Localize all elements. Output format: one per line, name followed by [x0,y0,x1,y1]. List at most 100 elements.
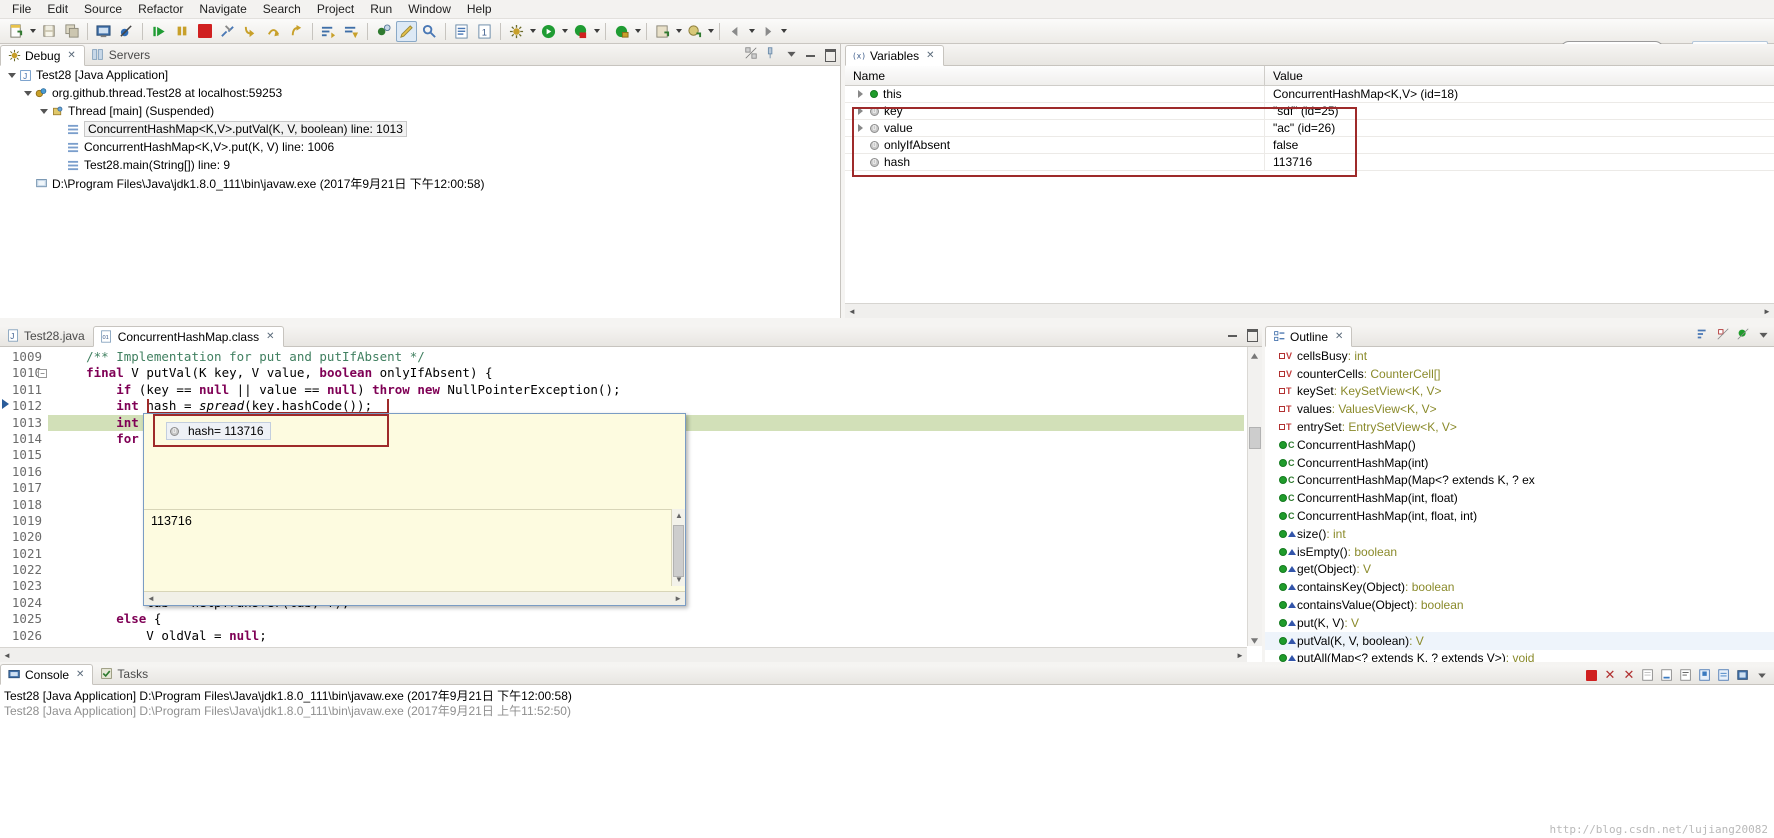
outline-item[interactable]: isEmpty() : boolean [1265,543,1774,561]
outline-item[interactable]: C ConcurrentHashMap(int, float, int) [1265,507,1774,525]
editor-scroll-thumb[interactable] [1249,427,1261,449]
debug-tree[interactable]: J Test28 [Java Application] org.github.thr… [0,66,840,318]
run-icon[interactable] [538,21,559,42]
editor-minimize-icon[interactable] [1226,327,1239,340]
popup-scroll-up-icon[interactable]: ▲ [675,511,683,520]
hide-fields-icon[interactable] [1716,327,1730,341]
highlight-icon[interactable] [396,20,417,42]
console-menu-icon[interactable] [1754,667,1770,683]
outline-item[interactable]: putAll(Map<? extends K, ? extends V>) : … [1265,650,1774,662]
skip-breakpoints-icon[interactable] [116,21,137,42]
scroll-lock-icon[interactable] [1659,667,1675,683]
search-next-icon[interactable] [419,21,440,42]
open-console-icon[interactable] [1735,667,1751,683]
tab-servers[interactable]: Servers [85,44,158,65]
scroll-up-icon[interactable] [1250,349,1260,359]
view-filter-icon[interactable] [744,46,758,60]
outline-item[interactable]: size() : int [1265,525,1774,543]
tab-variables[interactable]: (x)= Variables ✕ [845,45,944,66]
outline-item[interactable]: C ConcurrentHashMap(Map<? extends K, ? ex [1265,472,1774,490]
outline-item[interactable]: TentrySet : EntrySetView<K, V> [1265,418,1774,436]
debug-tree-row[interactable]: J Test28 [Java Application] [0,66,840,84]
remove-launch-icon[interactable]: ✕ [1602,667,1618,683]
variable-row[interactable]: this ConcurrentHashMap<K,V> (id=18) [845,85,1774,103]
chevron-open-icon[interactable] [22,88,33,99]
external-tools-icon[interactable] [611,21,632,42]
variable-row[interactable]: 0 value "ac" (id=26) [845,119,1774,137]
clear-console-icon[interactable] [1640,667,1656,683]
variables-hscrollbar[interactable]: ◄ ► [845,303,1774,318]
code-line[interactable]: final V putVal(K key, V value, boolean o… [56,365,1244,381]
suspend-icon[interactable] [171,21,192,42]
tab-console[interactable]: Console ✕ [0,664,94,685]
popup-hscrollbar[interactable]: ◄ ► [144,591,685,605]
code-line[interactable]: else { [56,611,1244,627]
debug-tree-row[interactable]: Thread [main] (Suspended) [0,102,840,120]
outline-item[interactable]: C ConcurrentHashMap(int) [1265,454,1774,472]
console-output[interactable]: Test28 [Java Application] D:\Program Fil… [0,685,1774,838]
coverage-dropdown-icon[interactable] [592,21,601,42]
variable-row[interactable]: 0 onlyIfAbsent false [845,136,1774,154]
sort-icon[interactable] [1696,327,1710,341]
close-icon[interactable]: ✕ [67,50,75,61]
outline-menu-icon[interactable] [1756,327,1770,341]
menu-item-run[interactable]: Run [362,1,400,17]
save-all-icon[interactable] [61,21,82,42]
chevron-open-icon[interactable] [38,106,49,117]
code-line[interactable]: V oldVal = null; [56,628,1244,644]
maximize-icon[interactable] [823,47,836,62]
chevron-right-icon[interactable] [855,106,866,117]
run-dropdown-icon[interactable] [560,21,569,42]
close-icon[interactable]: ✕ [1335,331,1343,342]
chevron-open-icon[interactable] [6,70,17,81]
console-icon[interactable] [93,21,114,42]
outline-item[interactable]: containsValue(Object) : boolean [1265,596,1774,614]
close-icon[interactable]: ✕ [76,669,84,680]
open-type-icon[interactable] [451,21,472,42]
debug-tree-row[interactable]: Test28.main(String[]) line: 9 [0,156,840,174]
step-over-icon[interactable] [263,21,284,42]
step-into-icon[interactable] [240,21,261,42]
external-dropdown-icon[interactable] [633,21,642,42]
forward-dropdown-icon[interactable] [779,21,788,42]
outline-tree[interactable]: VcellsBusy : int VcounterCells : CounterC… [1265,347,1774,662]
outline-item[interactable]: C ConcurrentHashMap() [1265,436,1774,454]
forward-icon[interactable] [757,21,778,42]
menu-item-edit[interactable]: Edit [39,1,76,17]
tab-test28-java[interactable]: J Test28.java [0,325,93,346]
debug-tree-row[interactable]: ConcurrentHashMap<K,V>.put(K, V) line: 1… [0,138,840,156]
tab-tasks[interactable]: Tasks [93,663,156,684]
editor-hscrollbar[interactable]: ◄ ► [0,647,1247,662]
outline-item[interactable]: VcellsBusy : int [1265,347,1774,365]
outline-item[interactable]: put(K, V) : V [1265,614,1774,632]
debug-tree-row[interactable]: org.github.thread.Test28 at localhost:59… [0,84,840,102]
debug-perspective-icon[interactable] [506,21,527,42]
outline-item[interactable]: get(Object) : V [1265,561,1774,579]
step-return-icon[interactable] [286,21,307,42]
menu-item-window[interactable]: Window [400,1,459,17]
menu-item-refactor[interactable]: Refactor [130,1,191,17]
save-icon[interactable] [38,21,59,42]
editor-scroll-left-icon[interactable]: ◄ [0,648,14,662]
code-line[interactable]: if (key == null || value == null) throw … [56,382,1244,398]
pin-view-icon[interactable] [764,46,778,60]
menu-item-navigate[interactable]: Navigate [191,1,254,17]
outline-item[interactable]: containsKey(Object) : boolean [1265,578,1774,596]
menu-item-help[interactable]: Help [459,1,500,17]
open-task-filter-icon[interactable] [341,21,362,42]
disconnect-icon[interactable] [217,21,238,42]
scroll-right-icon[interactable]: ► [1760,304,1774,318]
popup-scroll-down-icon[interactable]: ▼ [675,575,683,584]
terminate-icon[interactable] [1583,667,1599,683]
terminate-icon[interactable] [194,21,215,42]
outline-item[interactable]: TkeySet : KeySetView<K, V> [1265,383,1774,401]
variable-row[interactable]: 0 hash 113716 [845,153,1774,171]
popup-scroll-right-icon[interactable]: ► [674,594,682,603]
open-resource-icon[interactable]: 1 [474,21,495,42]
scroll-down-icon[interactable] [1250,634,1260,644]
fold-collapse-icon[interactable]: − [38,369,47,378]
debug-dropdown-icon[interactable] [528,21,537,42]
back-icon[interactable] [725,21,746,42]
popup-variable-item[interactable]: 0 hash= 113716 [166,422,271,440]
scroll-left-icon[interactable]: ◄ [845,304,859,318]
